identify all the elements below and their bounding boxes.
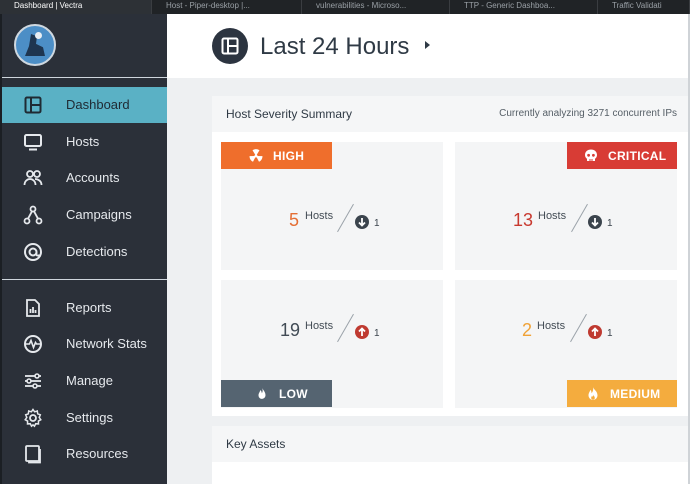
page-header: Last 24 Hours [167,14,690,78]
sidebar-item-label: Dashboard [66,97,130,112]
severity-label: CRITICAL [608,148,667,163]
browser-tab-dashboard[interactable]: Dashboard | Vectra [0,0,152,14]
divider-slash [337,313,354,343]
caret-right-icon[interactable] [425,41,430,49]
host-count: 19 [280,320,301,340]
sidebar-item-label: Accounts [66,170,120,185]
sidebar-item-label: Campaigns [66,207,132,222]
sidebar-item-detections[interactable]: Detections [2,234,167,270]
panel-header: Host Severity Summary Currently analyzin… [212,96,688,132]
sidebar-item-reports[interactable]: Reports [2,290,167,326]
host-severity-summary-panel: Host Severity Summary Currently analyzin… [212,96,688,416]
trend-delta: 1 [607,218,613,229]
panel-title: Host Severity Summary [226,107,353,121]
severity-card-critical[interactable]: CRITICAL 13 Hosts 1 [455,142,677,270]
severity-badge-low: LOW [221,380,332,407]
trend-down-icon [588,215,602,229]
divider-slash [571,203,588,233]
analyzing-status: Currently analyzing 3271 concurrent IPs [499,108,677,119]
key-assets-panel: Key Assets [212,426,688,484]
host-count: 2 [522,320,533,340]
sidebar-item-label: Network Stats [66,336,147,351]
sidebar-divider [2,279,167,280]
skull-icon [585,149,597,161]
monitor-icon [23,132,43,152]
sidebar-divider [2,77,167,78]
severity-card-low[interactable]: LOW 19 Hosts 1 [221,280,443,408]
host-count: 13 [513,210,534,230]
trend-delta: 1 [607,328,613,339]
sidebar-item-label: Detections [66,244,128,259]
divider-slash [337,203,354,233]
book-icon [23,444,43,464]
divider-slash [570,313,587,343]
severity-label: HIGH [273,148,305,163]
hosts-label: Hosts [538,210,567,222]
severity-label: LOW [279,386,308,401]
dashboard-icon [212,28,248,64]
sliders-icon [23,371,43,391]
sidebar-item-resources[interactable]: Resources [2,436,167,472]
vectra-logo[interactable] [14,24,56,66]
sidebar-item-accounts[interactable]: Accounts [2,160,167,196]
trend-up-icon [588,325,602,339]
dashboard-icon [23,95,43,115]
browser-tab-ttp[interactable]: TTP - Generic Dashboa... [450,0,598,14]
sidebar-item-network-stats[interactable]: Network Stats [2,326,167,362]
network-icon [23,205,43,225]
hosts-label: Hosts [537,320,566,332]
browser-tab-host[interactable]: Host - Piper-desktop |... [152,0,302,14]
main-content: Last 24 Hours Host Severity Summary Curr… [167,14,690,484]
trend-delta: 1 [374,328,380,339]
trend-up-icon [355,325,369,339]
sidebar-item-label: Settings [66,410,113,425]
sidebar-item-settings[interactable]: Settings [2,400,167,436]
panel-title: Key Assets [226,437,286,451]
severity-badge-critical: CRITICAL [567,142,677,169]
at-target-icon [23,242,43,262]
browser-tab-vulnerabilities[interactable]: vulnerabilities - Microso... [302,0,450,14]
time-range-title[interactable]: Last 24 Hours [260,33,409,61]
sidebar-item-dashboard[interactable]: Dashboard [2,87,167,123]
sidebar-item-label: Resources [66,446,129,461]
gear-icon [23,408,43,428]
panel-header: Key Assets [212,426,688,462]
sidebar: Dashboard Hosts Accounts Campaigns Detec… [2,14,167,484]
sidebar-item-manage[interactable]: Manage [2,363,167,399]
flame-icon [258,386,266,399]
browser-tab-traffic[interactable]: Traffic Validati [598,0,690,14]
severity-card-high[interactable]: HIGH 5 Hosts 1 [221,142,443,270]
sidebar-item-label: Manage [66,373,113,388]
severity-badge-high: HIGH [221,142,332,169]
host-count: 5 [289,210,300,230]
sidebar-item-label: Reports [66,300,112,315]
heartbeat-icon [23,334,43,354]
sidebar-item-campaigns[interactable]: Campaigns [2,197,167,233]
severity-label: MEDIUM [610,386,661,401]
browser-tab-bar: Dashboard | Vectra Host - Piper-desktop … [0,0,690,14]
users-icon [23,168,43,188]
severity-card-medium[interactable]: MEDIUM 2 Hosts 1 [455,280,677,408]
fire-icon [588,386,598,400]
report-icon [23,298,43,318]
trend-down-icon [355,215,369,229]
logo-head [35,32,42,39]
sidebar-item-hosts[interactable]: Hosts [2,124,167,160]
severity-badge-medium: MEDIUM [567,380,677,407]
hosts-label: Hosts [305,320,334,332]
sidebar-item-label: Hosts [66,134,100,149]
radiation-icon [249,148,263,162]
hosts-label: Hosts [305,210,334,222]
trend-delta: 1 [374,218,380,229]
